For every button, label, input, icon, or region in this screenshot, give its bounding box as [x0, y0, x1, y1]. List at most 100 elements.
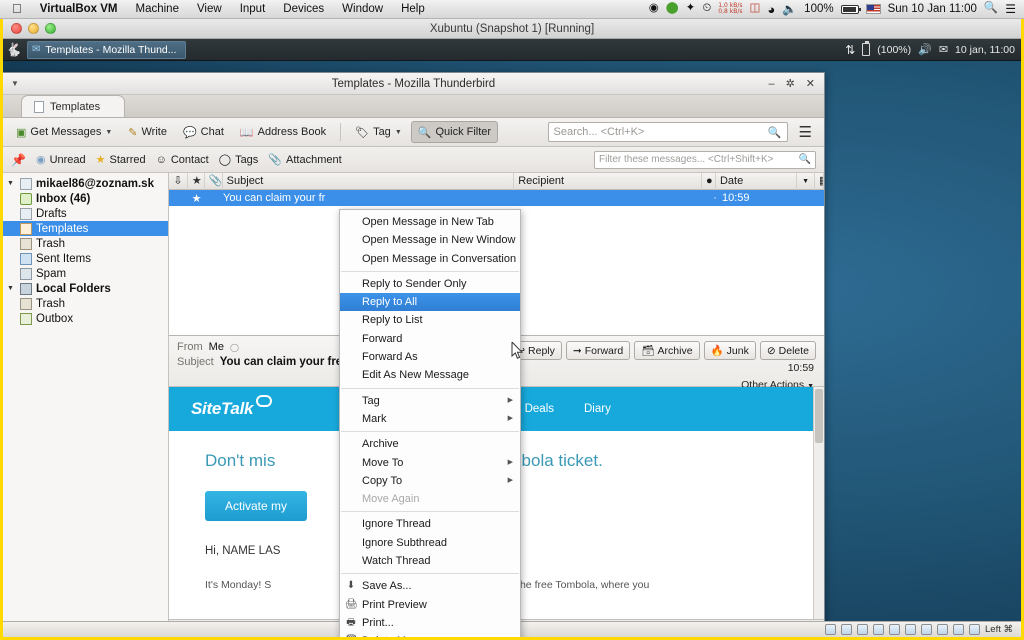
- folder-icon[interactable]: [889, 624, 900, 635]
- network-icon[interactable]: [857, 624, 868, 635]
- folder-item-spam[interactable]: Spam: [3, 266, 168, 281]
- tab-templates[interactable]: Templates: [21, 95, 126, 117]
- chevron-down-icon[interactable]: ▼: [7, 180, 16, 187]
- context-forward[interactable]: Forward: [340, 330, 520, 348]
- write-button[interactable]: ✎ Write: [121, 121, 174, 143]
- search-icon[interactable]: 🔍: [768, 126, 782, 139]
- context-ignore-subthread[interactable]: Ignore Subthread: [340, 534, 520, 552]
- taskbar-button-thunderbird[interactable]: ✉ Templates - Mozilla Thund...: [27, 40, 186, 59]
- context-mark[interactable]: Mark ▶: [340, 410, 520, 428]
- context-print[interactable]: 🖶 Print...: [340, 614, 520, 632]
- context-open-in-new-tab[interactable]: Open Message in New Tab: [340, 213, 520, 231]
- context-tag[interactable]: Tag ▶: [340, 392, 520, 410]
- get-messages-button[interactable]: ▣ Get Messages ▼: [9, 121, 119, 143]
- star-icon[interactable]: ★: [188, 192, 205, 205]
- settings-icon[interactable]: [969, 624, 980, 635]
- context-open-in-conversation[interactable]: Open Message in Conversation: [340, 250, 520, 268]
- search-input[interactable]: Search... <Ctrl+K> 🔍: [547, 122, 788, 142]
- notification-center-icon[interactable]: ☰: [1005, 3, 1016, 15]
- battery-icon[interactable]: [862, 41, 871, 56]
- menu-window[interactable]: Window: [333, 0, 392, 18]
- folder-item-drafts[interactable]: Drafts: [3, 206, 168, 221]
- context-archive[interactable]: Archive: [340, 435, 520, 453]
- camera-icon[interactable]: [937, 624, 948, 635]
- context-ignore-thread[interactable]: Ignore Thread: [340, 515, 520, 533]
- close-button[interactable]: ✕: [806, 77, 815, 91]
- quick-filter-button[interactable]: 🔍 Quick Filter: [410, 121, 499, 143]
- mail-icon[interactable]: ✉: [939, 43, 948, 56]
- volume-icon[interactable]: 🔊: [918, 43, 932, 56]
- context-delete-message[interactable]: 🗑 Delete Message: [340, 632, 520, 637]
- record-icon[interactable]: ◉: [649, 3, 659, 15]
- panel-clock[interactable]: 10 jan, 11:00: [955, 44, 1015, 56]
- address-book-button[interactable]: 📖 Address Book: [233, 121, 333, 143]
- apple-icon[interactable]: : [8, 1, 31, 17]
- clock-icon[interactable]: [953, 624, 964, 635]
- menu-help[interactable]: Help: [392, 0, 434, 18]
- context-reply-to-list[interactable]: Reply to List: [340, 311, 520, 329]
- displays-icon[interactable]: ◫: [749, 3, 760, 15]
- folder-item-templates[interactable]: Templates: [3, 221, 168, 236]
- context-copy-to[interactable]: Copy To ▶: [340, 472, 520, 490]
- context-edit-as-new-message[interactable]: Edit As New Message: [340, 366, 520, 384]
- hamburger-menu-icon[interactable]: ☰: [790, 125, 818, 140]
- network-speed-icon[interactable]: 1,0 kB/s 0,8 kB/s: [718, 2, 742, 16]
- quick-filter-starred[interactable]: ★ Starred: [96, 153, 146, 167]
- context-forward-as[interactable]: Forward As: [340, 348, 520, 366]
- context-reply-to-all[interactable]: Reply to All: [340, 293, 520, 312]
- filter-messages-input[interactable]: Filter these messages... <Ctrl+Shift+K> …: [594, 150, 816, 169]
- menu-machine[interactable]: Machine: [127, 0, 188, 18]
- chevron-down-icon[interactable]: ▼: [3, 79, 19, 88]
- menu-view[interactable]: View: [188, 0, 231, 18]
- context-print-preview[interactable]: 🖨 Print Preview: [340, 596, 520, 614]
- folder-account-local-folders[interactable]: ▼ Local Folders: [3, 281, 168, 296]
- junk-button[interactable]: 🔥 Junk: [703, 341, 756, 360]
- message-context-menu[interactable]: Open Message in New Tab Open Message in …: [339, 209, 521, 637]
- chevron-down-icon[interactable]: ▼: [105, 129, 112, 136]
- menu-virtualbox-vm[interactable]: VirtualBox VM: [31, 0, 127, 18]
- context-move-to[interactable]: Move To ▶: [340, 454, 520, 472]
- spotlight-search-icon[interactable]: 🔍: [984, 3, 998, 15]
- pin-icon[interactable]: 📌: [11, 153, 26, 167]
- delete-button[interactable]: ⊘ Delete: [759, 341, 816, 360]
- quick-filter-attachment[interactable]: 📎 Attachment: [268, 153, 341, 167]
- message-body-scrollbar[interactable]: [813, 387, 824, 619]
- quick-filter-contact[interactable]: ☺ Contact: [156, 154, 209, 166]
- cd-icon[interactable]: [841, 624, 852, 635]
- from-value[interactable]: Me: [209, 341, 224, 353]
- activate-cta-button[interactable]: Activate my: [205, 491, 308, 521]
- growl-icon[interactable]: ⬤: [666, 3, 679, 15]
- column-picker-icon[interactable]: ▦: [815, 172, 824, 190]
- folder-item-sent[interactable]: Sent Items: [3, 251, 168, 266]
- battery-icon[interactable]: [840, 4, 861, 14]
- scrollbar-thumb[interactable]: [815, 389, 823, 443]
- archive-button[interactable]: 🗃 Archive: [634, 341, 700, 360]
- volume-icon[interactable]: 🔈: [782, 3, 797, 15]
- column-date[interactable]: Date: [716, 172, 798, 190]
- context-save-as[interactable]: ⬇ Save As...: [340, 577, 520, 595]
- chevron-down-icon[interactable]: ▼: [7, 285, 16, 292]
- attachment-icon[interactable]: 📎: [205, 172, 223, 190]
- folder-item-local-trash[interactable]: Trash: [3, 296, 168, 311]
- context-reply-to-sender-only[interactable]: Reply to Sender Only: [340, 275, 520, 293]
- folder-item-trash[interactable]: Trash: [3, 236, 168, 251]
- macos-clock[interactable]: Sun 10 Jan 11:00: [888, 3, 977, 15]
- chat-button[interactable]: 💬 Chat: [176, 121, 231, 143]
- remote-icon[interactable]: [921, 624, 932, 635]
- maximize-button[interactable]: ✲: [786, 77, 795, 91]
- thread-icon[interactable]: ⇩: [169, 172, 188, 190]
- minimize-button[interactable]: [28, 23, 39, 34]
- forward-button[interactable]: ➞ Forward: [565, 341, 631, 360]
- menu-input[interactable]: Input: [231, 0, 275, 18]
- network-updown-icon[interactable]: ⇅: [845, 43, 855, 57]
- expand-contact-icon[interactable]: ◯: [230, 343, 239, 352]
- search-icon[interactable]: 🔍: [799, 154, 811, 165]
- nav-deals[interactable]: Deals: [525, 403, 554, 415]
- zoom-button[interactable]: [45, 23, 56, 34]
- display-icon[interactable]: [905, 624, 916, 635]
- context-open-in-new-window[interactable]: Open Message in New Window: [340, 231, 520, 249]
- folder-item-inbox[interactable]: Inbox (46): [3, 191, 168, 206]
- minimize-button[interactable]: –: [768, 77, 774, 91]
- column-subject[interactable]: Subject: [223, 172, 515, 190]
- whisker-menu-icon[interactable]: 🐇: [3, 39, 25, 61]
